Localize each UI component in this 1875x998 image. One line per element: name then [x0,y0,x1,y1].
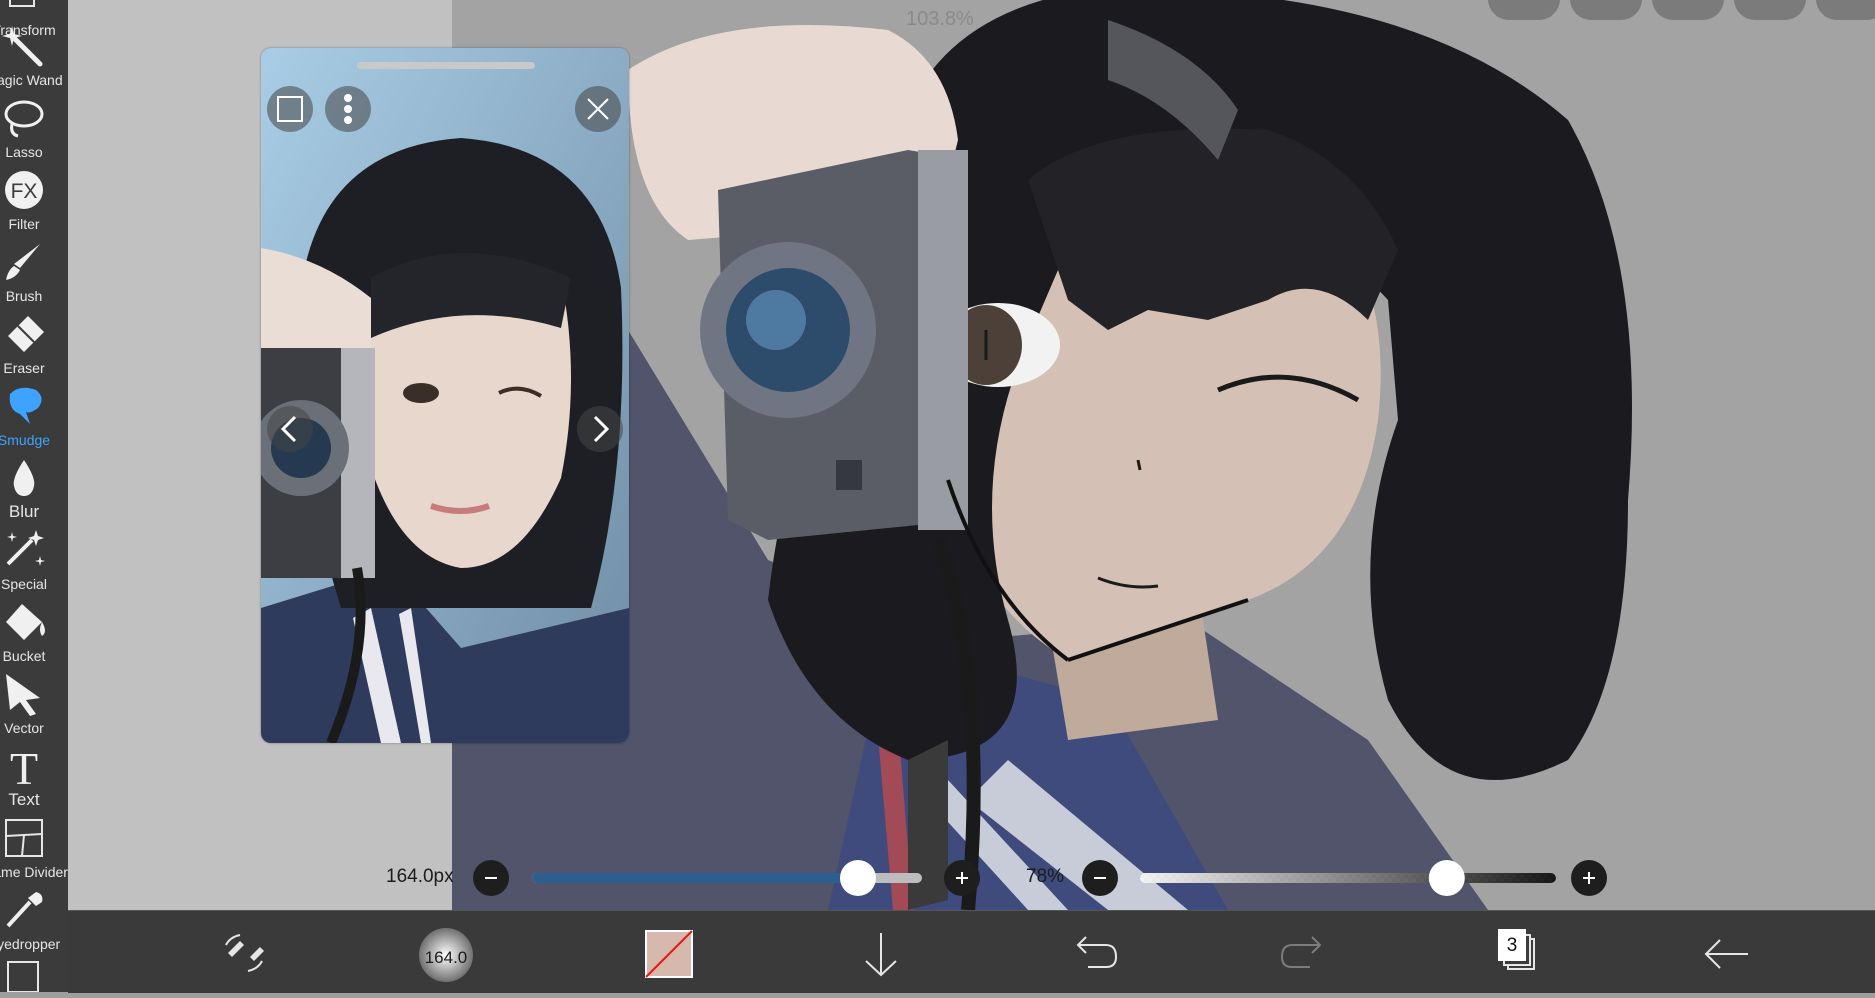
reference-close-button[interactable] [575,86,621,132]
arrow-down-icon [865,933,897,977]
eyedropper-icon [6,892,43,928]
tool-magic-wand[interactable]: Magic Wand [0,24,68,96]
svg-text:T: T [10,744,38,788]
frame-icon [277,96,303,122]
frame-divider-icon [5,819,43,857]
close-icon [587,98,609,120]
canvas-icon [7,961,39,992]
tool-label: Text [8,790,40,809]
bottom-bar: 164.0 3 [68,910,1875,993]
back-button[interactable] [1692,911,1762,993]
size-slider-fill [532,873,858,883]
tool-blur[interactable]: Blur [0,456,68,528]
brush-size-label: 164.0px [386,866,454,887]
tool-vector[interactable]: Vector [0,672,68,744]
more-vertical-icon [344,94,352,124]
chevron-right-icon [593,415,610,443]
color-swatch [645,930,693,978]
brush-preview-value: 164.0 [424,948,468,967]
plus-icon [956,872,968,884]
bucket-icon [6,604,45,640]
minus-icon [485,877,497,879]
tool-label: Filter [8,216,40,232]
tool-filter[interactable]: FX Filter [0,168,68,240]
eraser-icon [8,316,44,352]
zoom-level-readout: 103.8% [906,8,974,30]
tool-label: Special [1,576,47,592]
reference-prev-button[interactable] [267,406,313,452]
opacity-slider-gradient [1140,873,1556,883]
reference-frame-button[interactable] [267,86,313,132]
tool-label: Lasso [5,144,43,160]
blur-drop-icon [13,460,35,496]
layer-count: 3 [1506,935,1518,956]
brush-icon [6,244,40,280]
minus-icon [1094,877,1106,879]
opacity-slider-thumb [1428,860,1465,896]
reference-more-button[interactable] [325,86,371,132]
brush-preview-button[interactable]: 164.0 [416,911,476,993]
transform-icon [9,0,35,7]
tool-brush[interactable]: Brush [0,240,68,312]
tool-label: Frame Divider [0,864,68,880]
tool-label: Vector [4,720,44,736]
opacity-label: 78% [1026,866,1065,887]
top-selection-button[interactable] [1570,0,1642,20]
redo-icon [1280,936,1322,968]
svg-text:FX: FX [11,180,38,203]
color-swatch-button[interactable] [640,911,700,993]
tool-lasso[interactable]: Lasso [0,96,68,168]
reference-next-button[interactable] [577,406,623,452]
top-menu-button[interactable] [1488,0,1560,20]
tool-label: Smudge [0,432,51,448]
smudge-icon [9,387,42,424]
reference-window[interactable] [261,48,629,743]
reference-drag-handle[interactable] [357,62,535,69]
reference-photo [261,48,629,743]
undo-icon [1076,936,1118,968]
opacity-increase-button[interactable] [1571,860,1607,896]
tool-frame-divider[interactable]: Frame Divider [0,816,68,888]
tool-text[interactable]: T Text [0,744,68,816]
drawing-canvas[interactable]: 103.8% 164.0px 78% [68,0,1875,910]
top-tag-button[interactable] [1734,0,1806,20]
redo-button[interactable] [1270,911,1340,993]
brush-size-decrease-button[interactable] [473,860,509,896]
tool-smudge[interactable]: Smudge [0,384,68,456]
vector-arrow-icon [6,674,40,716]
tool-label: Eraser [3,360,45,376]
magic-wand-icon [2,26,43,67]
tool-more[interactable] [0,958,68,992]
opacity-slider[interactable] [1140,858,1556,898]
tool-label: Bucket [2,648,46,664]
special-icon [6,530,45,566]
tool-eyedropper[interactable]: Eyedropper [0,888,68,960]
brush-eraser-swap-icon [225,934,264,972]
top-share-button[interactable] [1652,0,1724,20]
text-icon: T [10,744,38,788]
tool-eraser[interactable]: Eraser [0,312,68,384]
tool-label: Blur [8,502,40,521]
tool-bucket[interactable]: Bucket [0,600,68,672]
tool-special[interactable]: Special [0,528,68,600]
tool-label: Magic Wand [0,72,63,88]
tool-label: Eyedropper [0,936,61,952]
brush-size-slider[interactable] [532,858,922,898]
tool-bar: Transform Magic Wand Lasso FX Filter Bru… [0,0,68,992]
opacity-decrease-button[interactable] [1082,860,1118,896]
plus-icon [1583,872,1595,884]
brush-size-increase-button[interactable] [944,860,980,896]
size-slider-thumb [839,860,876,896]
layers-button[interactable]: 3 [1480,911,1550,993]
download-button[interactable] [846,911,916,993]
undo-button[interactable] [1058,911,1128,993]
chevron-left-icon [280,415,297,443]
arrow-left-icon [1704,939,1748,969]
swap-tool-button[interactable] [206,911,276,993]
lasso-icon [4,100,44,138]
tool-label: Brush [5,288,43,304]
fx-icon: FX [5,171,43,209]
